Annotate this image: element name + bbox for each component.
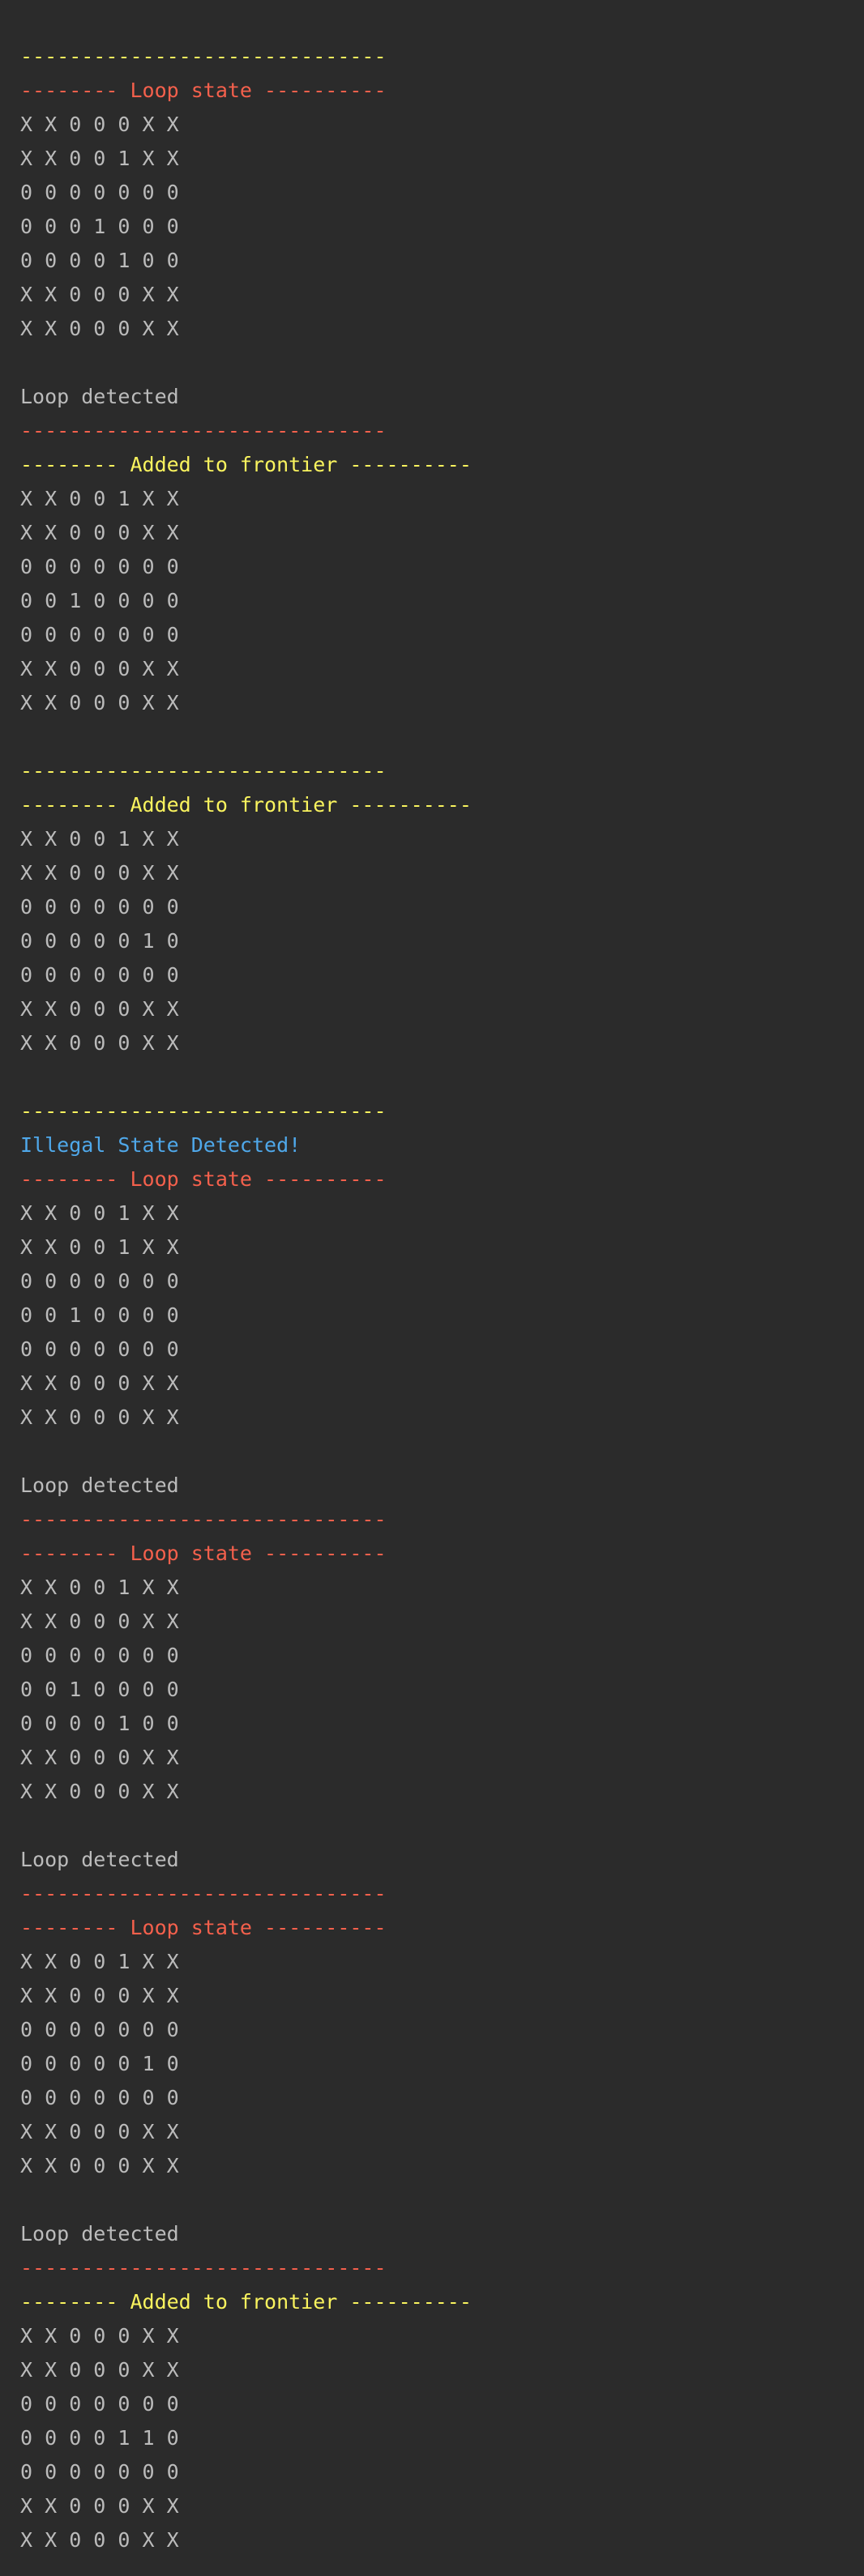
grid-row: 0 0 0 0 0 0 0 — [20, 1644, 179, 1667]
grid-row: X X 0 0 0 X X — [20, 2154, 179, 2177]
grid-row: X X 0 0 1 X X — [20, 1235, 179, 1259]
grid-row: 0 0 0 0 0 0 0 — [20, 2460, 179, 2484]
grid-row: X X 0 0 0 X X — [20, 1984, 179, 2007]
grid-row: X X 0 0 0 X X — [20, 113, 179, 136]
grid-row: X X 0 0 0 X X — [20, 2358, 179, 2382]
grid-row: X X 0 0 0 X X — [20, 1371, 179, 1395]
grid-row: X X 0 0 0 X X — [20, 1031, 179, 1055]
grid-row: 0 0 0 0 0 0 0 — [20, 963, 179, 987]
grid-row: X X 0 0 0 X X — [20, 997, 179, 1021]
separator-line: ------------------------------ — [20, 2256, 387, 2280]
grid-row: 0 0 0 0 1 1 0 — [20, 2426, 179, 2450]
added-to-frontier-header: -------- Added to frontier ---------- — [20, 2290, 472, 2314]
grid-row: X X 0 0 0 X X — [20, 283, 179, 306]
grid-row: 0 0 1 0 0 0 0 — [20, 1678, 179, 1701]
separator-line: ------------------------------ — [20, 1882, 387, 1905]
grid-row: 0 0 0 1 0 0 0 — [20, 215, 179, 238]
separator-line: ------------------------------ — [20, 45, 387, 68]
grid-row: 0 0 0 0 0 0 0 — [20, 555, 179, 578]
grid-row: 0 0 1 0 0 0 0 — [20, 1303, 179, 1327]
grid-row: X X 0 0 0 X X — [20, 691, 179, 714]
separator-line: ------------------------------ — [20, 1099, 387, 1123]
added-to-frontier-header: -------- Added to frontier ---------- — [20, 793, 472, 817]
illegal-state-message: Illegal State Detected! — [20, 1133, 302, 1157]
grid-row: X X 0 0 1 X X — [20, 487, 179, 510]
grid-row: X X 0 0 0 X X — [20, 1746, 179, 1769]
grid-row: 0 0 0 0 0 1 0 — [20, 929, 179, 953]
grid-row: X X 0 0 0 X X — [20, 1405, 179, 1429]
grid-row: X X 0 0 0 X X — [20, 2120, 179, 2143]
grid-row: X X 0 0 1 X X — [20, 827, 179, 851]
grid-row: X X 0 0 0 X X — [20, 657, 179, 680]
loop-detected-message: Loop detected — [20, 1848, 179, 1871]
grid-row: 0 0 0 0 0 0 0 — [20, 1269, 179, 1293]
grid-row: X X 0 0 1 X X — [20, 1201, 179, 1225]
grid-row: X X 0 0 1 X X — [20, 147, 179, 170]
grid-row: X X 0 0 0 X X — [20, 2528, 179, 2552]
loop-state-header: -------- Loop state ---------- — [20, 1542, 387, 1565]
grid-row: 0 0 0 0 0 0 0 — [20, 2086, 179, 2109]
loop-detected-message: Loop detected — [20, 2222, 179, 2245]
grid-row: 0 0 1 0 0 0 0 — [20, 589, 179, 612]
console-output[interactable]: ------------------------------ -------- L… — [0, 0, 864, 2557]
grid-row: X X 0 0 1 X X — [20, 1576, 179, 1599]
grid-row: 0 0 0 0 0 0 0 — [20, 181, 179, 204]
separator-line: ------------------------------ — [20, 759, 387, 783]
grid-row: X X 0 0 0 X X — [20, 1780, 179, 1803]
grid-row: 0 0 0 0 1 0 0 — [20, 249, 179, 272]
grid-row: 0 0 0 0 0 0 0 — [20, 1337, 179, 1361]
loop-state-header: -------- Loop state ---------- — [20, 1167, 387, 1191]
grid-row: 0 0 0 0 0 0 0 — [20, 2392, 179, 2416]
grid-row: X X 0 0 0 X X — [20, 521, 179, 544]
added-to-frontier-header: -------- Added to frontier ---------- — [20, 453, 472, 476]
loop-state-header: -------- Loop state ---------- — [20, 1916, 387, 1939]
grid-row: X X 0 0 0 X X — [20, 861, 179, 885]
grid-row: 0 0 0 0 0 0 0 — [20, 623, 179, 646]
loop-detected-message: Loop detected — [20, 1474, 179, 1497]
grid-row: X X 0 0 0 X X — [20, 317, 179, 340]
grid-row: 0 0 0 0 0 0 0 — [20, 2018, 179, 2041]
separator-line: ------------------------------ — [20, 1508, 387, 1531]
grid-row: X X 0 0 1 X X — [20, 1950, 179, 1973]
separator-line: ------------------------------ — [20, 419, 387, 442]
loop-state-header: -------- Loop state ---------- — [20, 79, 387, 102]
grid-row: 0 0 0 0 1 0 0 — [20, 1712, 179, 1735]
grid-row: 0 0 0 0 0 0 0 — [20, 895, 179, 919]
loop-detected-message: Loop detected — [20, 385, 179, 408]
grid-row: 0 0 0 0 0 1 0 — [20, 2052, 179, 2075]
grid-row: X X 0 0 0 X X — [20, 2494, 179, 2518]
grid-row: X X 0 0 0 X X — [20, 2324, 179, 2348]
grid-row: X X 0 0 0 X X — [20, 1610, 179, 1633]
